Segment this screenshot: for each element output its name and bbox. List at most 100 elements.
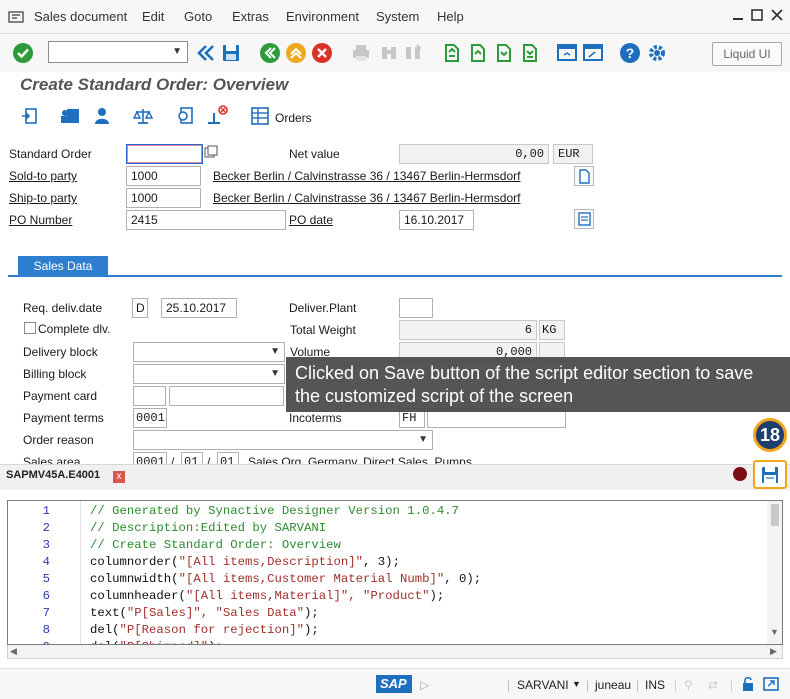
- status-window-icon[interactable]: [762, 676, 780, 692]
- ship-to-party-field[interactable]: 1000: [126, 188, 201, 208]
- menu-system[interactable]: System: [376, 9, 419, 24]
- menu-icon[interactable]: [8, 10, 24, 24]
- po-date-field[interactable]: 16.10.2017: [399, 210, 474, 230]
- ship-to-party-address[interactable]: Becker Berlin / Calvinstrasse 36 / 13467…: [213, 189, 520, 207]
- copy-icon[interactable]: [204, 145, 218, 159]
- vertical-scrollbar[interactable]: ▼: [767, 501, 782, 644]
- total-weight-field: 6: [399, 320, 537, 340]
- distribution-channel-field[interactable]: 01: [181, 452, 203, 464]
- po-date-label[interactable]: PO date: [289, 211, 333, 229]
- help-icon[interactable]: ?: [619, 42, 641, 64]
- po-number-label[interactable]: PO Number: [9, 211, 72, 229]
- script-editor-tab[interactable]: SAPMV45A.E4001: [6, 469, 100, 481]
- find-next-icon[interactable]: [402, 42, 424, 64]
- document-icon[interactable]: [574, 166, 594, 186]
- menu-sales-document[interactable]: Sales document: [34, 9, 127, 24]
- payment-card-field[interactable]: [169, 386, 284, 406]
- status-user-dropdown-icon[interactable]: ▼: [572, 679, 581, 689]
- exit-icon[interactable]: [285, 42, 307, 64]
- sold-to-party-address[interactable]: Becker Berlin / Calvinstrasse 36 / 13467…: [213, 167, 520, 185]
- scrollbar-thumb[interactable]: [771, 504, 779, 526]
- settings-icon[interactable]: [646, 42, 668, 64]
- record-icon[interactable]: [733, 467, 747, 481]
- sold-to-party-field[interactable]: 1000: [126, 166, 201, 186]
- deliver-plant-field[interactable]: [399, 298, 433, 318]
- minimize-icon[interactable]: [730, 8, 746, 24]
- code-line[interactable]: 7 text("P[Sales]", "Sales Data");: [8, 605, 768, 622]
- sold-to-party-label[interactable]: Sold-to party: [9, 167, 77, 185]
- horizontal-scrollbar[interactable]: ◀ ▶: [7, 645, 783, 659]
- code-line[interactable]: 1 // Generated by Synactive Designer Vers…: [8, 503, 768, 520]
- pricing-icon[interactable]: [132, 107, 154, 125]
- enter-icon[interactable]: [12, 42, 34, 64]
- status-divider: |: [507, 678, 511, 692]
- code-line[interactable]: 2 // Description:Edited by SARVANI: [8, 520, 768, 537]
- reject-icon[interactable]: [206, 105, 228, 125]
- menu-edit[interactable]: Edit: [142, 9, 164, 24]
- purchase-order-details-icon[interactable]: [574, 209, 594, 229]
- last-page-icon[interactable]: [518, 42, 540, 64]
- orders-icon[interactable]: [251, 107, 269, 125]
- close-tab-icon[interactable]: x: [113, 471, 125, 483]
- ship-to-party-label[interactable]: Ship-to party: [9, 189, 77, 207]
- previous-page-icon[interactable]: [466, 42, 488, 64]
- code-line[interactable]: 3 // Create Standard Order: Overview: [8, 537, 768, 554]
- print-icon[interactable]: [350, 42, 372, 64]
- double-chevron-left-icon[interactable]: [195, 42, 217, 64]
- code-line[interactable]: 6 columnheader("[All items,Material]", "P…: [8, 588, 768, 605]
- standard-order-field[interactable]: [126, 144, 203, 164]
- scroll-right-icon[interactable]: ▶: [770, 646, 777, 657]
- scroll-left-icon[interactable]: ◀: [10, 646, 17, 657]
- tab-sales-data[interactable]: Sales Data: [18, 256, 108, 276]
- maximize-icon[interactable]: [749, 8, 765, 24]
- save-icon[interactable]: [220, 42, 242, 64]
- line-number: 2: [42, 521, 50, 535]
- document-icon[interactable]: [176, 107, 196, 125]
- create-session-icon[interactable]: [556, 42, 578, 64]
- billing-block-dropdown[interactable]: ▼: [133, 364, 285, 384]
- order-reason-dropdown[interactable]: ▼: [133, 430, 433, 450]
- save-icon: [762, 466, 778, 483]
- chevron-down-icon[interactable]: ▼: [172, 46, 182, 57]
- display-doc-flow-icon[interactable]: [20, 107, 38, 125]
- find-icon[interactable]: [378, 42, 400, 64]
- code-line[interactable]: 5 columnwidth("[All items,Customer Materi…: [8, 571, 768, 588]
- sales-area-label: Sales area: [23, 455, 81, 464]
- menu-extras[interactable]: Extras: [232, 9, 269, 24]
- sales-area-row: Sales area 0001 / 01 / 01 Sales Org. Ger…: [0, 451, 790, 464]
- business-partner-icon[interactable]: [93, 107, 111, 125]
- back-icon[interactable]: [259, 42, 281, 64]
- menu-help[interactable]: Help: [437, 9, 464, 24]
- code-line[interactable]: 4 columnorder("[All items,Description]", …: [8, 554, 768, 571]
- first-page-icon[interactable]: [440, 42, 462, 64]
- po-number-field[interactable]: 2415: [126, 210, 286, 230]
- header-details-icon[interactable]: [60, 107, 80, 125]
- shortcut-icon[interactable]: [582, 42, 604, 64]
- menu-environment[interactable]: Environment: [286, 9, 359, 24]
- line-number: 4: [42, 555, 50, 569]
- svg-text:?: ?: [626, 45, 635, 61]
- liquid-ui-button[interactable]: Liquid UI: [712, 42, 782, 66]
- close-icon[interactable]: [769, 8, 785, 24]
- req-deliv-date-unit-field[interactable]: D: [132, 298, 148, 318]
- script-editor[interactable]: 1 // Generated by Synactive Designer Vers…: [7, 500, 783, 645]
- scroll-down-icon[interactable]: ▼: [770, 627, 779, 637]
- code-line[interactable]: 8 del("P[Reason for rejection]");: [8, 622, 768, 639]
- delivery-block-dropdown[interactable]: ▼: [133, 342, 285, 362]
- payment-terms-field[interactable]: 0001: [133, 408, 167, 428]
- sales-org-field[interactable]: 0001: [133, 452, 167, 464]
- next-page-icon[interactable]: [492, 42, 514, 64]
- lock-icon[interactable]: [741, 676, 755, 692]
- status-expand-icon[interactable]: ▷: [420, 678, 429, 692]
- menu-goto[interactable]: Goto: [184, 9, 212, 24]
- script-save-button[interactable]: [753, 460, 787, 489]
- payment-card-type-field[interactable]: [133, 386, 166, 406]
- orders-button[interactable]: Orders: [275, 109, 312, 127]
- division-field[interactable]: 01: [217, 452, 239, 464]
- command-field[interactable]: ▼: [48, 41, 188, 63]
- status-bar: SAP ▷ | SARVANI ▼ | juneau | INS | ⚲ ⇄ |: [0, 668, 790, 699]
- cancel-icon[interactable]: [311, 42, 333, 64]
- complete-dlv-checkbox[interactable]: [24, 322, 36, 334]
- req-deliv-date-field[interactable]: 25.10.2017: [161, 298, 237, 318]
- status-divider: |: [636, 678, 640, 692]
